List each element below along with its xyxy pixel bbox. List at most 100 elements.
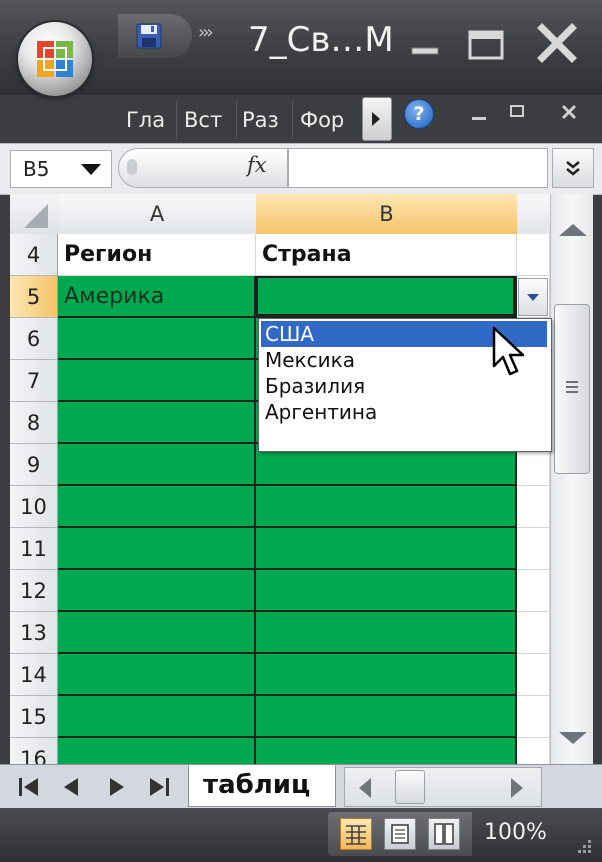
cell-c[interactable] [517,696,550,738]
row-header[interactable]: 10 [10,486,58,528]
row-header[interactable]: 12 [10,570,58,612]
cell-b[interactable] [256,738,517,764]
mouse-cursor-icon [492,326,525,376]
close-icon[interactable] [534,22,580,66]
row-header[interactable]: 15 [10,696,58,738]
cell-a[interactable] [58,738,256,764]
ribbon-close-icon[interactable] [558,101,580,123]
scroll-left-icon[interactable] [359,778,371,798]
ribbon-tab-bar: Гла Вст Раз Фор ? [0,95,602,143]
row-header[interactable]: 11 [10,528,58,570]
tab-home[interactable]: Гла [120,101,177,139]
page-break-view-button[interactable] [428,818,460,850]
cell-b[interactable] [256,654,517,696]
cell-a[interactable] [58,402,256,444]
cell-a[interactable] [58,318,256,360]
cell-b5-selected[interactable] [256,276,517,318]
cell-a[interactable] [58,360,256,402]
office-button[interactable] [18,22,92,96]
cell-c[interactable] [517,612,550,654]
select-all-corner[interactable] [10,194,59,235]
header-cell-country[interactable]: Страна [256,234,517,276]
cell-a[interactable] [58,696,256,738]
maximize-icon[interactable] [464,22,510,66]
double-chevron-down-icon [566,161,580,176]
cell-a[interactable] [58,528,256,570]
cell-c[interactable] [517,654,550,696]
splitter-handle[interactable] [127,159,137,175]
window-title: 7_Св…М [248,20,394,60]
formula-input[interactable] [288,148,548,188]
zoom-level[interactable]: 100% [484,820,547,845]
first-sheet-icon[interactable] [16,775,42,799]
customize-toolbar-icon[interactable]: ››› [198,22,214,43]
cell-a[interactable] [58,612,256,654]
cell-b[interactable] [256,696,517,738]
cell-c[interactable] [517,528,550,570]
office-logo-icon [37,41,73,77]
cell-a[interactable]: Америка [58,276,256,318]
tab-insert[interactable]: Вст [178,101,237,139]
scroll-right-icon[interactable] [511,778,523,798]
vertical-scrollbar[interactable] [550,194,593,764]
page-layout-view-button[interactable] [384,818,416,850]
row-header[interactable]: 13 [10,612,58,654]
row-header[interactable]: 5 [10,276,58,318]
cell-a[interactable] [58,570,256,612]
ribbon-restore-icon[interactable] [506,101,528,123]
row-header[interactable]: 4 [10,234,58,276]
ribbon-scroll-right-icon[interactable] [362,97,392,141]
save-icon[interactable] [136,23,162,49]
cell-c[interactable] [517,234,550,276]
row-header[interactable]: 16 [10,738,58,764]
cell-b[interactable] [256,612,517,654]
tab-page-layout[interactable]: Раз [236,101,293,139]
previous-sheet-icon[interactable] [60,775,84,799]
ribbon-minimize-icon[interactable] [468,103,490,125]
name-box[interactable]: B5 [10,150,112,188]
column-header-c[interactable] [517,194,550,235]
chevron-down-icon[interactable] [81,164,101,175]
minimize-icon[interactable] [404,22,450,66]
normal-view-button[interactable] [340,818,372,850]
list-item-argentina[interactable]: Аргентина [261,399,547,425]
row-header[interactable]: 6 [10,318,58,360]
column-header-b[interactable]: B [256,194,518,235]
row-header[interactable]: 7 [10,360,58,402]
row-header[interactable]: 9 [10,444,58,486]
cell-b[interactable] [256,528,517,570]
cell-c[interactable] [517,570,550,612]
validation-dropdown-button[interactable] [518,278,548,316]
horizontal-scroll-thumb[interactable] [395,770,425,804]
page-layout-view-icon [391,824,409,844]
cell-b[interactable] [256,486,517,528]
header-cell-region[interactable]: Регион [58,234,256,276]
resize-grip-icon[interactable] [572,836,594,858]
select-all-icon [24,204,48,228]
quick-access-toolbar [118,14,192,58]
scroll-down-icon[interactable] [559,732,587,744]
scroll-thumb[interactable] [554,304,590,474]
cell-b[interactable] [256,570,517,612]
cell-c[interactable] [517,486,550,528]
row-header[interactable]: 8 [10,402,58,444]
next-sheet-icon[interactable] [104,775,128,799]
tab-formulas[interactable]: Фор [294,101,350,139]
cell-a[interactable] [58,444,256,486]
help-icon[interactable]: ? [404,99,434,129]
expand-formula-bar-icon[interactable] [552,148,594,188]
cell-c[interactable] [517,738,550,764]
name-box-value: B5 [23,157,50,181]
cell-a[interactable] [58,486,256,528]
row-header[interactable]: 14 [10,654,58,696]
horizontal-scrollbar[interactable] [344,767,542,807]
sheet-tab-active[interactable]: таблиц [188,765,336,807]
worksheet-grid: A B 4 Регион Страна 5 Америка 6 7 8 9 10 11 12 13 14 1… [10,194,550,764]
scroll-up-icon[interactable] [559,224,587,236]
page-break-view-icon [434,823,454,845]
sheet-tab-bar: таблиц [0,764,602,809]
last-sheet-icon[interactable] [146,775,172,799]
insert-function-icon[interactable]: fx [247,153,267,177]
column-header-a[interactable]: A [58,194,257,235]
cell-a[interactable] [58,654,256,696]
